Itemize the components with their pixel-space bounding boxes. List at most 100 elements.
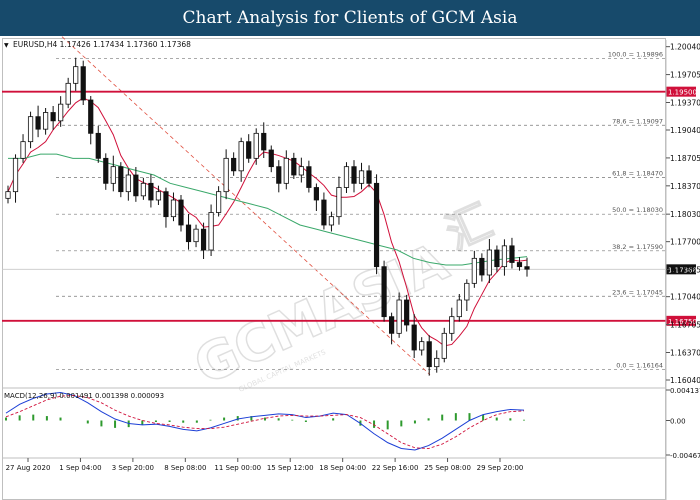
time-tick-label: 27 Aug 2020 <box>6 464 51 472</box>
price-tick-label: 1.17040 <box>670 293 700 302</box>
fib-label: 23.6 = 1.17045 <box>612 288 663 296</box>
price-tick-label: 1.16705 <box>670 321 700 330</box>
price-tick-label: 1.18030 <box>670 210 700 219</box>
macd-tick-label: 0.004137 <box>670 387 700 395</box>
symbol-ohlc: 1.17426 1.17434 1.17360 1.17368 <box>59 40 191 49</box>
candle-body <box>43 112 49 130</box>
watermark-text: GCMASIA <box>186 232 457 397</box>
time-tick-label: 8 Sep 08:00 <box>164 464 206 472</box>
symbol-name: EURUSD,H4 <box>13 40 58 49</box>
candle-body <box>50 112 56 122</box>
candle-body <box>163 191 169 218</box>
candle-body <box>389 316 395 334</box>
candle-body <box>246 141 252 159</box>
candle-body <box>501 245 508 268</box>
price-chart: GCMASIA汇GLOBAL CAPITAL MARKETS 100.0 = 1… <box>2 36 700 500</box>
candle-body <box>464 282 470 301</box>
candle-body <box>133 174 139 197</box>
time-tick-label: 3 Sep 20:00 <box>112 464 154 472</box>
candle-body <box>358 170 365 184</box>
candle-body <box>486 249 492 276</box>
candle-body <box>426 341 432 368</box>
candle-body <box>351 166 357 184</box>
candle-body <box>471 257 477 284</box>
candle-body <box>313 187 319 201</box>
price-tick-label: 1.20040 <box>670 43 700 52</box>
candle-body <box>268 149 274 168</box>
candle-body <box>148 182 154 201</box>
candle-body <box>110 166 116 184</box>
price-tick-label: 1.17700 <box>670 238 700 247</box>
time-tick-label: 11 Sep 00:00 <box>214 464 261 472</box>
candle-body <box>321 199 327 226</box>
candle-body <box>58 103 64 122</box>
candle-body <box>27 116 34 143</box>
fib-label: 50.0 = 1.18030 <box>612 206 663 214</box>
price-axis: 1.20040 1.19705 1.19370 1.19040 1.18705 1.183… <box>665 40 700 500</box>
candle-body <box>291 157 297 176</box>
price-tick-label: 1.19705 <box>670 71 700 80</box>
candle-body <box>328 216 335 226</box>
candle-body <box>411 324 417 351</box>
macd-title: MACD(12,26,9) 0.001491 0.001398 0.000093 <box>4 392 165 400</box>
price-tick-label: 1.17365 <box>670 266 700 275</box>
candle-body <box>103 157 109 184</box>
candle-body <box>276 166 282 184</box>
time-tick-label: 25 Sep 08:00 <box>424 464 471 472</box>
candle-body <box>193 228 199 243</box>
fib-label: 38.2 = 1.17590 <box>612 243 663 251</box>
candle-body <box>231 157 237 172</box>
candle-body <box>185 224 192 243</box>
time-tick-label: 15 Sep 12:00 <box>267 464 314 472</box>
candle-body <box>35 116 41 130</box>
candle-body <box>208 212 214 251</box>
candle-body <box>366 170 372 184</box>
candle-body <box>155 191 162 201</box>
candle-body <box>178 199 184 226</box>
price-tick-label: 1.16040 <box>670 376 700 385</box>
time-tick-label: 22 Sep 16:00 <box>372 464 419 472</box>
candle-body <box>65 82 71 105</box>
candle-body <box>343 166 350 188</box>
candle-body <box>5 191 11 199</box>
price-tick-label: 1.19040 <box>670 126 700 135</box>
candle-body <box>524 266 530 270</box>
price-tick-label: 1.18705 <box>670 154 700 163</box>
candle-body <box>336 187 342 218</box>
candle-body <box>516 262 523 268</box>
time-tick-label: 29 Sep 20:00 <box>477 464 524 472</box>
candle-body <box>170 199 177 218</box>
candle-body <box>12 157 19 193</box>
candle-body <box>509 245 515 263</box>
fib-label: 0.0 = 1.16164 <box>616 362 663 370</box>
candle-body <box>238 141 244 172</box>
candle-body <box>306 166 312 188</box>
candle-body <box>434 357 440 368</box>
candle-body <box>479 257 485 276</box>
candle-body <box>20 141 26 159</box>
candle-body <box>223 157 229 193</box>
symbol-info: ▼ EURUSD,H4 1.17426 1.17434 1.17360 1.17… <box>4 40 191 49</box>
level-price-label: 1.19500 <box>668 89 697 97</box>
candle-body <box>449 316 455 334</box>
candle-body <box>373 182 380 268</box>
macd-line <box>5 391 525 451</box>
candle-body <box>441 332 447 359</box>
candle-body <box>118 166 124 193</box>
candle-body <box>396 299 402 334</box>
time-tick-label: 1 Sep 04:00 <box>59 464 101 472</box>
triangle-down-icon[interactable]: ▼ <box>4 42 9 49</box>
candle-body <box>456 299 462 318</box>
candle-body <box>200 228 207 251</box>
price-tick-label: 1.18370 <box>670 182 700 191</box>
candle-body <box>253 132 259 159</box>
candle-body <box>494 249 500 268</box>
candle-body <box>73 66 79 84</box>
fib-label: 78.6 = 1.19097 <box>612 117 663 125</box>
candle-body <box>140 182 146 197</box>
signal-line <box>5 394 525 449</box>
candle-body <box>95 132 101 159</box>
candle-body <box>404 299 410 326</box>
price-tick-label: 1.19370 <box>670 99 700 108</box>
fib-label: 100.0 = 1.19896 <box>608 51 663 59</box>
